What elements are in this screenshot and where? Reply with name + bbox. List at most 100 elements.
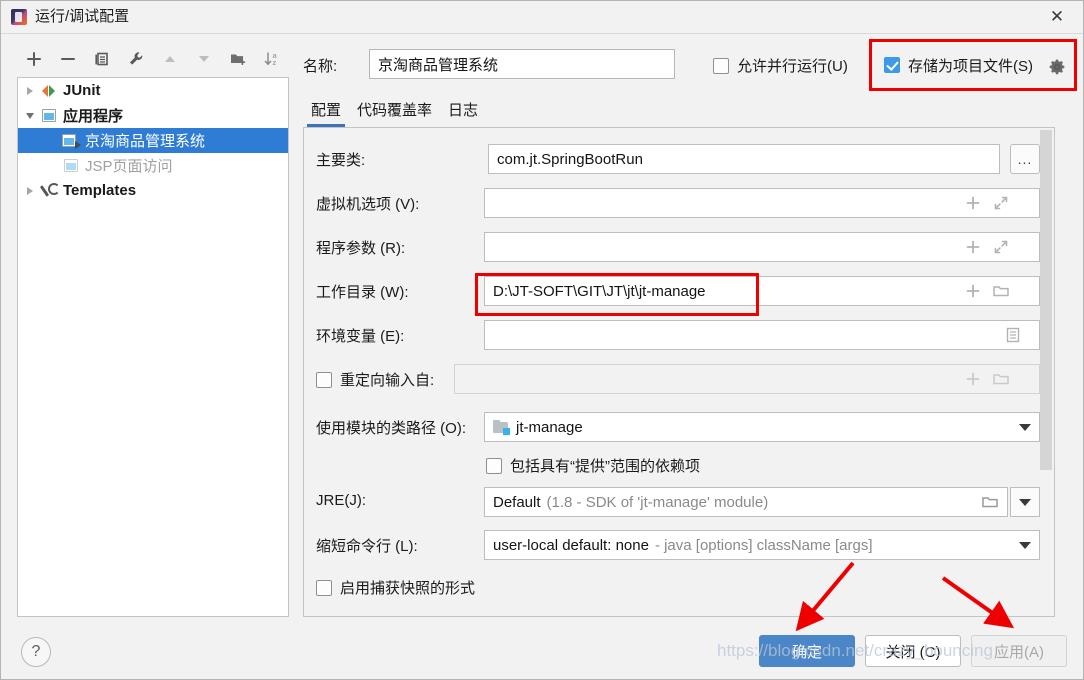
arrow-up-icon[interactable] [153, 44, 187, 74]
chevron-right-icon[interactable] [22, 78, 38, 103]
wrench-icon[interactable] [119, 44, 153, 74]
store-as-project-file-highlight: 存储为项目文件(S) [869, 39, 1077, 91]
working-directory-input[interactable]: D:\JT-SOFT\GIT\JT\jt\jt-manage [484, 276, 1040, 306]
chevron-down-icon[interactable] [22, 103, 38, 128]
list-editor-icon[interactable] [1004, 326, 1022, 344]
chevron-right-icon[interactable] [22, 178, 38, 203]
jre-dropdown-button[interactable] [1010, 487, 1040, 517]
main-class-label: 主要类: [316, 152, 366, 169]
main-class-input[interactable]: com.jt.SpringBootRun [488, 144, 1000, 174]
add-icon[interactable] [964, 194, 982, 212]
redirect-input-checkbox[interactable]: 重定向输入自: [316, 369, 434, 390]
store-as-project-file-checkbox[interactable]: 存储为项目文件(S) [884, 55, 1033, 76]
tree-node-label: JSP页面访问 [85, 158, 173, 175]
enable-snapshot-row: 启用捕获快照的形式 [304, 572, 1054, 602]
gear-icon[interactable] [1048, 58, 1066, 76]
svg-text:z: z [273, 58, 277, 67]
tab-code-coverage[interactable]: 代码覆盖率 [349, 99, 440, 127]
jre-row: JRE(J): Default (1.8 - SDK of 'jt-manage… [304, 487, 1054, 517]
store-as-project-file-label: 存储为项目文件(S) [908, 57, 1033, 75]
panel-scrollbar-track[interactable] [1040, 129, 1053, 616]
arrow-down-icon[interactable] [187, 44, 221, 74]
configurations-tree[interactable]: JUnit 应用程序 京淘商品管理系统 JSP页面访问 Templates [17, 77, 289, 617]
program-arguments-input[interactable] [484, 232, 1040, 262]
copy-configuration-button[interactable] [85, 44, 119, 74]
tree-node-label: 京淘商品管理系统 [85, 133, 206, 150]
tree-node-templates[interactable]: Templates [18, 178, 288, 203]
junit-icon [40, 83, 58, 99]
shorten-command-line-row: 缩短命令行 (L): user-local default: none - ja… [304, 530, 1054, 560]
main-class-row: 主要类: com.jt.SpringBootRun ... [304, 144, 1054, 174]
vm-options-input[interactable] [484, 188, 1040, 218]
sort-az-icon[interactable]: a z [255, 44, 289, 74]
redirect-input-label: 重定向输入自: [340, 372, 435, 389]
browse-main-class-button[interactable]: ... [1010, 144, 1040, 174]
shorten-command-line-combobox[interactable]: user-local default: none - java [options… [484, 530, 1040, 560]
remove-configuration-button[interactable] [51, 44, 85, 74]
shorten-command-line-value: user-local default: none [493, 536, 649, 554]
expand-icon[interactable] [992, 194, 1010, 212]
environment-variables-label: 环境变量 (E): [316, 328, 405, 345]
checkbox-box[interactable] [884, 57, 900, 73]
environment-variables-input[interactable] [484, 320, 1040, 350]
tree-node-label: Templates [63, 182, 137, 199]
chevron-down-icon[interactable] [1012, 414, 1038, 440]
jre-value: Default [493, 493, 541, 511]
enable-snapshot-label: 启用捕获快照的形式 [340, 580, 476, 597]
tree-node-label: JUnit [63, 82, 101, 99]
include-provided-label: 包括具有“提供”范围的依赖项 [510, 458, 700, 475]
intellij-idea-icon [11, 9, 27, 25]
close-button[interactable]: 关闭 (C) [865, 635, 961, 667]
jre-combobox[interactable]: Default (1.8 - SDK of 'jt-manage' module… [484, 487, 1008, 517]
name-input[interactable] [369, 49, 675, 79]
add-configuration-button[interactable] [17, 44, 51, 74]
include-provided-checkbox[interactable]: 包括具有“提供”范围的依赖项 [486, 455, 700, 476]
checkbox-box[interactable] [316, 579, 332, 596]
run-debug-configurations-dialog: 运行/调试配置 ✕ a z JUnit 应用程序 京淘商品管理系统 JSP页面访… [0, 0, 1084, 680]
vm-options-label: 虚拟机选项 (V): [316, 196, 420, 213]
enable-snapshot-checkbox[interactable]: 启用捕获快照的形式 [316, 577, 475, 598]
tree-node-junit[interactable]: JUnit [18, 78, 288, 103]
checkbox-box[interactable] [486, 457, 502, 474]
module-classpath-row: 使用模块的类路径 (O): jt-manage [304, 412, 1054, 442]
redirect-input-row: 重定向输入自: [304, 364, 1054, 394]
folder-icon[interactable] [992, 370, 1010, 388]
add-icon[interactable] [964, 282, 982, 300]
tree-node-application[interactable]: 应用程序 [18, 103, 288, 128]
tree-node-jingtao-config[interactable]: 京淘商品管理系统 [18, 128, 288, 153]
help-button[interactable]: ? [21, 637, 51, 667]
tree-node-label: 应用程序 [63, 108, 124, 125]
include-provided-row: 包括具有“提供”范围的依赖项 [304, 450, 1054, 480]
tab-logs[interactable]: 日志 [440, 99, 486, 127]
folder-icon[interactable] [992, 282, 1010, 300]
tree-node-jsp-access[interactable]: JSP页面访问 [18, 153, 288, 178]
dialog-title: 运行/调试配置 [35, 8, 130, 25]
working-directory-label: 工作目录 (W): [316, 284, 409, 301]
checkbox-box[interactable] [713, 57, 729, 74]
expand-icon[interactable] [992, 238, 1010, 256]
shorten-command-line-label: 缩短命令行 (L): [316, 538, 418, 555]
module-classpath-combobox[interactable]: jt-manage [484, 412, 1040, 442]
folder-icon[interactable] [977, 489, 1003, 515]
shorten-command-line-detail: - java [options] className [args] [654, 536, 873, 554]
application-icon [62, 158, 80, 174]
chevron-down-icon[interactable] [1012, 532, 1038, 558]
configurations-toolbar: a z [17, 43, 292, 75]
add-icon[interactable] [964, 370, 982, 388]
name-label: 名称: [303, 58, 338, 75]
allow-parallel-run-checkbox[interactable]: 允许并行运行(U) [713, 55, 848, 76]
tab-configuration[interactable]: 配置 [303, 99, 349, 127]
add-icon[interactable] [964, 238, 982, 256]
close-icon[interactable]: ✕ [1035, 1, 1079, 33]
redirect-input-field[interactable] [454, 364, 1040, 394]
checkbox-box[interactable] [316, 371, 332, 388]
apply-button[interactable]: 应用(A) [971, 635, 1067, 667]
jre-value-detail: (1.8 - SDK of 'jt-manage' module) [546, 493, 769, 511]
working-directory-row: 工作目录 (W): D:\JT-SOFT\GIT\JT\jt\jt-manage [304, 276, 1054, 306]
ok-button[interactable]: 确定 [759, 635, 855, 667]
vm-options-row: 虚拟机选项 (V): [304, 188, 1054, 218]
new-folder-icon[interactable] [221, 44, 255, 74]
configuration-tabs: 配置 代码覆盖率 日志 [303, 99, 486, 127]
module-classpath-label: 使用模块的类路径 (O): [316, 420, 466, 437]
panel-scrollbar-thumb[interactable] [1040, 130, 1052, 470]
